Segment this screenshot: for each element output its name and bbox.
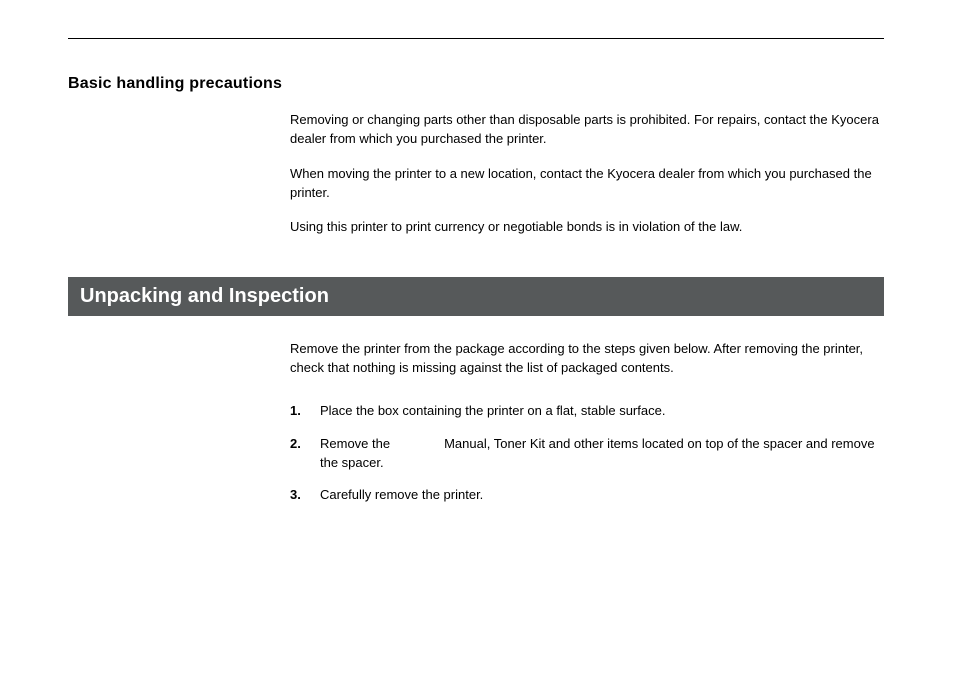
list-item: 3. Carefully remove the printer. bbox=[290, 486, 884, 505]
step-text-part-b: Manual, Toner Kit and other items locate… bbox=[320, 436, 875, 470]
step-text-part-a: Remove the bbox=[320, 436, 390, 451]
step-text: Remove theManual, Toner Kit and other it… bbox=[320, 435, 884, 473]
intro-paragraph: Remove the printer from the package acco… bbox=[290, 340, 884, 378]
paragraph: Removing or changing parts other than di… bbox=[290, 111, 884, 149]
top-rule bbox=[68, 38, 884, 39]
step-number: 2. bbox=[290, 435, 320, 473]
document-page: Basic handling precautions Removing or c… bbox=[0, 0, 954, 505]
paragraph: When moving the printer to a new locatio… bbox=[290, 165, 884, 203]
section-heading-basic-handling: Basic handling precautions bbox=[68, 75, 884, 93]
list-item: 1. Place the box containing the printer … bbox=[290, 402, 884, 421]
section1-body: Removing or changing parts other than di… bbox=[290, 111, 884, 237]
banner-heading-unpacking: Unpacking and Inspection bbox=[68, 277, 884, 316]
step-number: 1. bbox=[290, 402, 320, 421]
step-text: Carefully remove the printer. bbox=[320, 486, 884, 505]
paragraph: Using this printer to print currency or … bbox=[290, 218, 884, 237]
step-number: 3. bbox=[290, 486, 320, 505]
steps-list: 1. Place the box containing the printer … bbox=[290, 402, 884, 505]
section2-body: Remove the printer from the package acco… bbox=[290, 340, 884, 505]
list-item: 2. Remove theManual, Toner Kit and other… bbox=[290, 435, 884, 473]
step-text: Place the box containing the printer on … bbox=[320, 402, 884, 421]
